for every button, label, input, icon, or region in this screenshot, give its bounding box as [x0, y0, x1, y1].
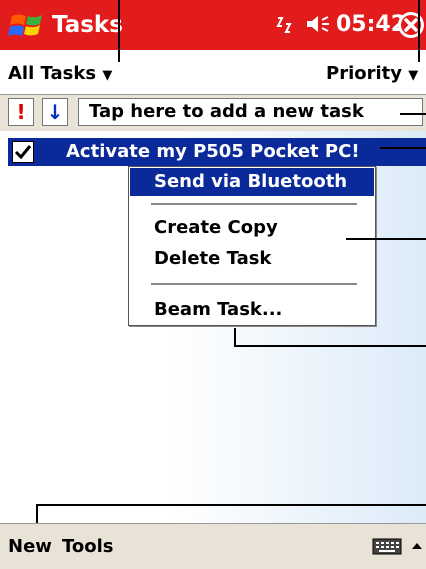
menu-item-send-bluetooth[interactable]: Send via Bluetooth [130, 168, 374, 196]
signal-icon[interactable] [272, 14, 294, 36]
context-menu: Send via Bluetooth Create Copy Delete Ta… [128, 166, 376, 326]
task-title[interactable]: Activate my P505 Pocket PC! [66, 140, 360, 164]
windows-start-icon[interactable] [8, 10, 48, 42]
dropdown-arrow-icon: ▼ [102, 68, 113, 83]
new-task-input[interactable]: Tap here to add a new task [78, 98, 423, 126]
keyboard-icon[interactable] [370, 534, 404, 558]
checkbox-checked-icon[interactable] [12, 141, 34, 163]
menu-divider [151, 203, 357, 205]
callout-line [36, 504, 426, 506]
sort-direction-button[interactable]: ↓ [42, 98, 68, 126]
dropdown-arrow-icon: ▼ [408, 68, 419, 83]
sort-label: Priority [326, 63, 402, 84]
up-arrow-icon[interactable] [408, 534, 426, 558]
sort-dropdown[interactable]: Priority ▼ [326, 63, 418, 87]
callout-line [234, 328, 236, 346]
speaker-icon[interactable] [304, 12, 332, 36]
tools-menu-button[interactable]: Tools [62, 536, 114, 558]
callout-line [380, 147, 426, 149]
close-icon[interactable] [396, 10, 426, 40]
app-title: Tasks [52, 12, 123, 38]
menu-item-create-copy[interactable]: Create Copy [130, 214, 374, 242]
category-filter-dropdown[interactable]: All Tasks ▼ [8, 63, 112, 87]
callout-line [346, 238, 426, 240]
menu-item-delete-task[interactable]: Delete Task [130, 245, 374, 273]
callout-line [418, 0, 420, 62]
callout-line [400, 113, 426, 115]
menu-divider [151, 283, 357, 285]
menu-item-beam-task[interactable]: Beam Task... [130, 296, 374, 324]
category-filter-label: All Tasks [8, 63, 97, 84]
priority-button[interactable]: ! [8, 98, 34, 126]
callout-line [234, 345, 426, 347]
new-menu-button[interactable]: New [8, 536, 52, 558]
callout-line [118, 0, 120, 62]
